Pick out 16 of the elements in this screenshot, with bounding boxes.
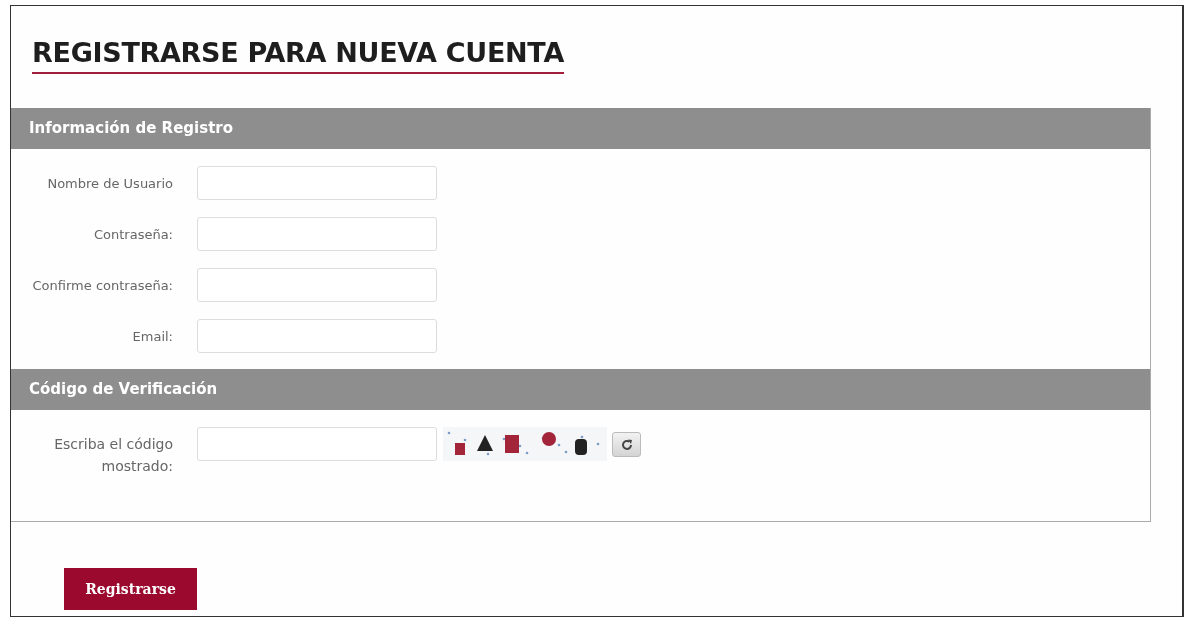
field-label: Contraseña: <box>92 226 173 242</box>
section-header: Código de Verificación <box>11 369 1150 410</box>
input-field[interactable] <box>197 268 437 302</box>
register-button[interactable]: Registrarse <box>64 568 197 610</box>
input-field[interactable] <box>197 217 437 251</box>
field-label: Nombre de Usuario <box>46 175 173 191</box>
refresh-icon <box>619 437 634 452</box>
section-header: Información de Registro <box>11 108 1150 149</box>
field-label: Email: <box>131 328 173 344</box>
page-title: REGISTRARSE PARA NUEVA CUENTA <box>32 36 564 74</box>
input-field[interactable] <box>197 166 437 200</box>
field-label: Confirme contraseña: <box>31 277 173 293</box>
input-field[interactable] <box>197 427 437 461</box>
refresh-button[interactable] <box>612 432 641 457</box>
field-label: Escriba el código mostrado: <box>53 435 173 476</box>
input-field[interactable] <box>197 319 437 353</box>
